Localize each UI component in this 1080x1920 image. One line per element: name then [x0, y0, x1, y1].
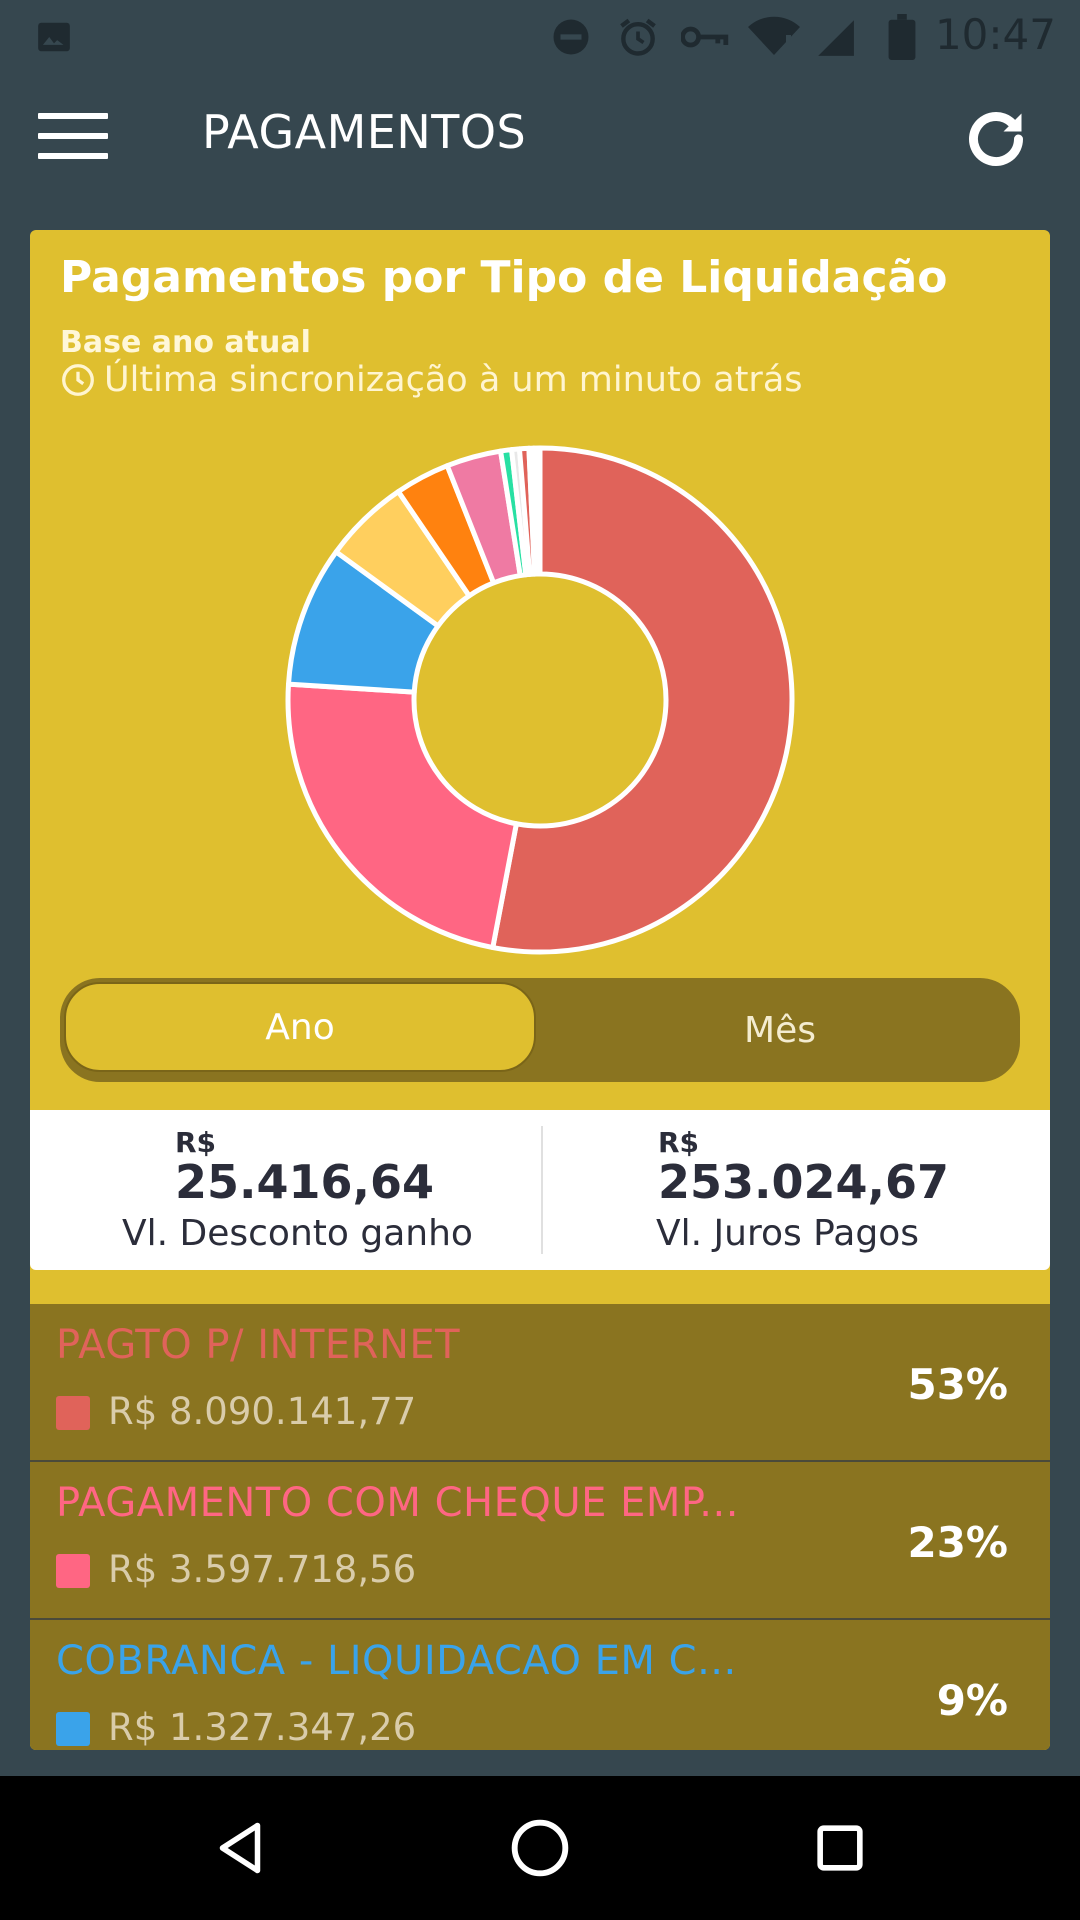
list-item[interactable]: PAGTO P/ INTERNET R$ 8.090.141,77 53% — [30, 1304, 1050, 1462]
vpn-key-icon — [680, 14, 730, 60]
wifi-icon — [746, 14, 802, 60]
interest-value: 253.024,67 — [658, 1155, 950, 1209]
interest-label: Vl. Juros Pagos — [656, 1213, 919, 1254]
discount-total: R$ 25.416,64 — [175, 1126, 434, 1209]
list-item-percent: 53% — [907, 1360, 1008, 1409]
legend-swatch — [56, 1396, 90, 1430]
discount-label-wrap: Vl. Desconto ganho — [122, 1210, 473, 1258]
image-icon — [34, 14, 74, 60]
alarm-icon — [614, 14, 662, 60]
discount-value: 25.416,64 — [175, 1155, 434, 1209]
clock-icon — [62, 364, 94, 396]
do-not-disturb-icon — [548, 14, 594, 60]
system-nav-bar — [0, 1776, 1080, 1920]
interest-total: R$ 253.024,67 — [658, 1126, 950, 1209]
list-item-amount: R$ 1.327.347,26 — [108, 1706, 417, 1749]
sync-status: Última sincronização à um minuto atrás — [60, 360, 803, 400]
hamburger-menu-icon[interactable] — [38, 113, 108, 163]
page-title: PAGAMENTOS — [202, 105, 527, 159]
discount-label: Vl. Desconto ganho — [122, 1213, 473, 1254]
toggle-mes[interactable]: Mês — [540, 978, 1020, 1082]
card-subtitle: Base ano atual — [60, 325, 311, 360]
payment-type-list: PAGTO P/ INTERNET R$ 8.090.141,77 53% PA… — [30, 1304, 1050, 1750]
period-toggle: Ano Mês — [60, 978, 1020, 1082]
totals-divider — [541, 1126, 543, 1254]
card-title: Pagamentos por Tipo de Liquidação Base a… — [60, 250, 1020, 375]
home-circle-icon[interactable] — [500, 1812, 580, 1884]
sync-text: Última sincronização à um minuto atrás — [104, 360, 803, 400]
donut-chart[interactable] — [280, 440, 800, 960]
card-title-text: Pagamentos por Tipo de Liquidação — [60, 252, 948, 303]
payments-card: Pagamentos por Tipo de Liquidação Base a… — [30, 230, 1050, 1750]
legend-swatch — [56, 1712, 90, 1746]
list-item[interactable]: PAGAMENTO COM CHEQUE EMP... R$ 3.597.718… — [30, 1462, 1050, 1620]
interest-currency: R$ — [658, 1126, 700, 1159]
back-triangle-icon[interactable] — [200, 1812, 280, 1884]
recents-square-icon[interactable] — [800, 1812, 880, 1884]
clock-time: 10:47 — [934, 10, 1056, 59]
list-item-name: COBRANCA - LIQUIDACAO EM C... — [56, 1638, 737, 1684]
status-bar: 10:47 — [0, 0, 1080, 75]
interest-label-wrap: Vl. Juros Pagos — [656, 1210, 919, 1258]
refresh-icon[interactable] — [960, 103, 1032, 175]
donut-slice-10[interactable] — [531, 445, 543, 577]
list-item-amount: R$ 8.090.141,77 — [108, 1390, 417, 1433]
app-bar: PAGAMENTOS — [0, 75, 1080, 195]
list-item-percent: 23% — [907, 1518, 1008, 1567]
battery-icon — [884, 14, 920, 60]
list-item-percent: 9% — [936, 1676, 1008, 1725]
list-item-amount: R$ 3.597.718,56 — [108, 1548, 417, 1591]
list-item-name: PAGTO P/ INTERNET — [56, 1322, 461, 1368]
list-item-name: PAGAMENTO COM CHEQUE EMP... — [56, 1480, 739, 1526]
signal-icon — [812, 14, 858, 60]
donut-slice-1[interactable] — [285, 681, 519, 951]
discount-currency: R$ — [175, 1126, 217, 1159]
totals-panel: R$ 25.416,64 Vl. Desconto ganho R$ 253.0… — [30, 1110, 1050, 1270]
toggle-ano[interactable]: Ano — [64, 982, 536, 1072]
list-item[interactable]: COBRANCA - LIQUIDACAO EM C... R$ 1.327.3… — [30, 1620, 1050, 1750]
legend-swatch — [56, 1554, 90, 1588]
